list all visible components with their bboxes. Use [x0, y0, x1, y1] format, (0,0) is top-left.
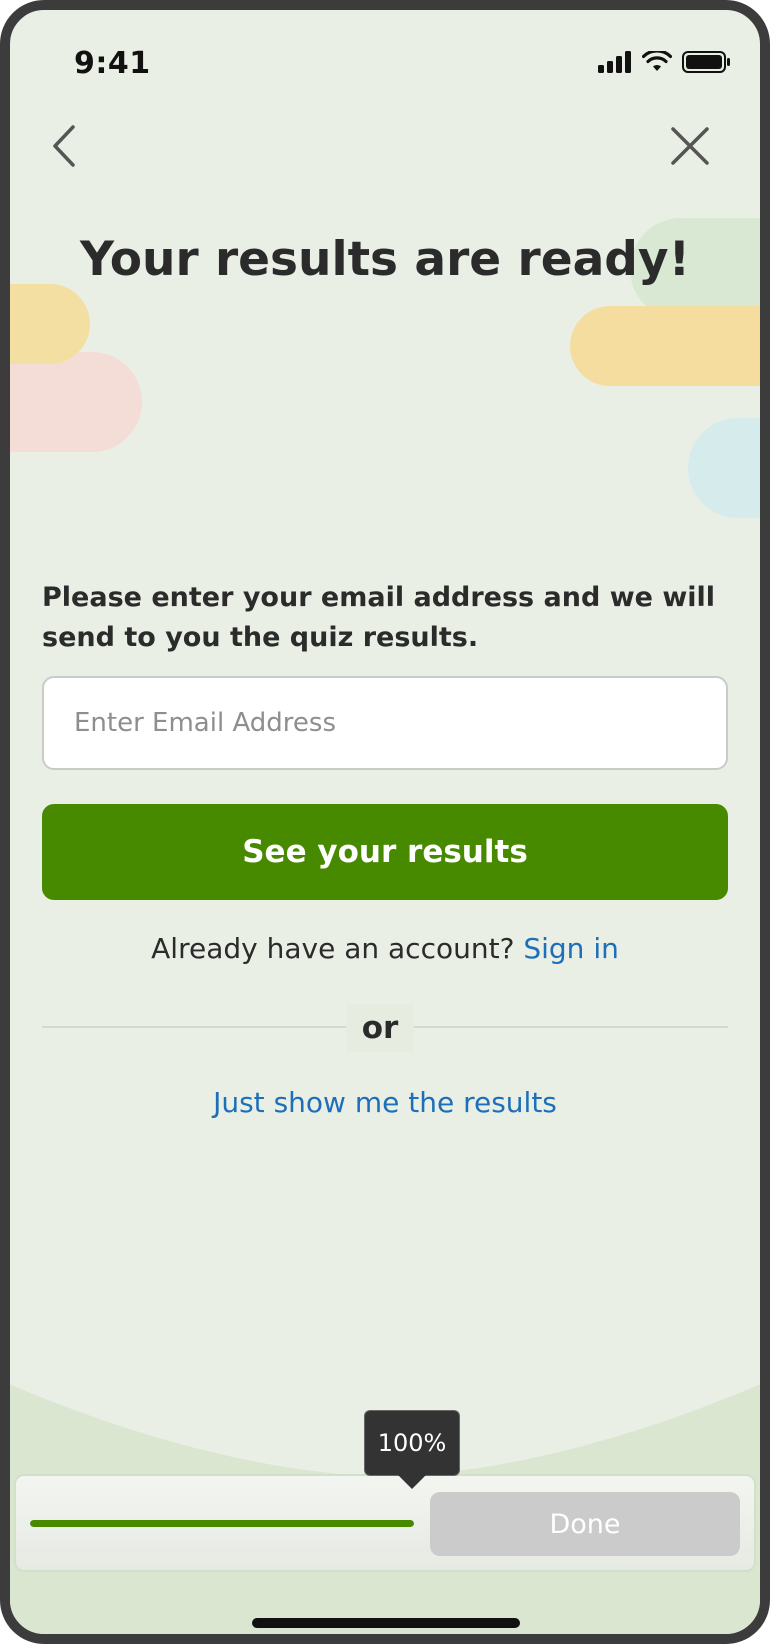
page-title: Your results are ready! [79, 232, 691, 287]
home-indicator [252, 1618, 520, 1628]
sign-in-row: Already have an account? Sign in [10, 932, 760, 965]
just-show-results-link[interactable]: Just show me the results [213, 1086, 557, 1119]
wifi-icon [642, 51, 672, 71]
progress-tooltip: 100% [364, 1410, 460, 1489]
email-prompt: Please enter your email address and we w… [42, 582, 716, 653]
decorative-shape [688, 418, 760, 518]
decorative-shape [10, 352, 142, 452]
progress-bar [30, 1520, 414, 1527]
see-results-button[interactable]: See your results [42, 804, 728, 900]
account-question: Already have an account? [151, 932, 515, 965]
back-button[interactable] [36, 118, 92, 174]
or-label: or [346, 1004, 414, 1052]
status-time: 9:41 [74, 46, 151, 81]
progress-fill [30, 1520, 414, 1527]
cellular-signal-icon [598, 51, 631, 73]
close-icon [671, 127, 709, 165]
chevron-left-icon [53, 125, 75, 167]
phone-frame: 9:41 Your results are ready! Please ente… [0, 0, 770, 1644]
battery-icon [682, 51, 730, 73]
decorative-shape [570, 306, 760, 386]
email-field[interactable] [42, 676, 728, 770]
done-button[interactable]: Done [430, 1492, 740, 1556]
decorative-shape [10, 284, 90, 364]
just-show-results-row: Just show me the results [10, 1086, 760, 1119]
close-button[interactable] [662, 118, 718, 174]
status-icons [598, 50, 730, 74]
sign-in-link[interactable]: Sign in [523, 932, 619, 965]
status-bar: 9:41 [10, 10, 760, 100]
